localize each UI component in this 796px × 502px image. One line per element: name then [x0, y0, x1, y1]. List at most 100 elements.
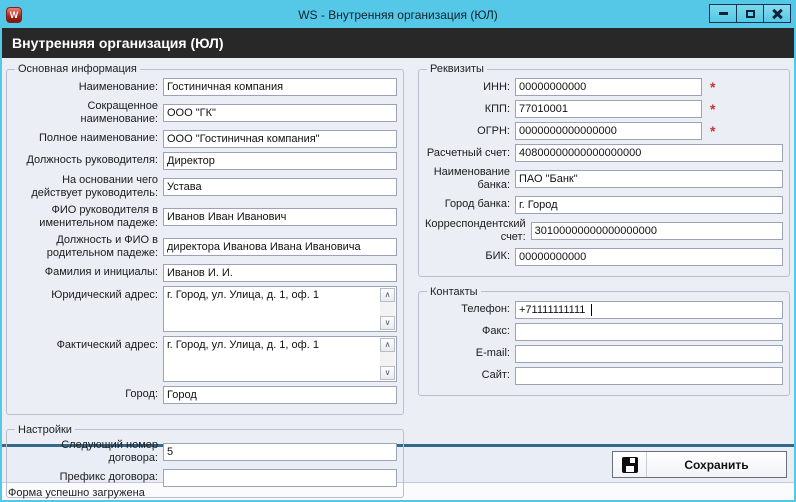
group-settings-legend: Настройки [15, 424, 75, 436]
field-row-fax: Факс: [425, 323, 783, 341]
group-contacts: Контакты Телефон: Факс: E-mail: [418, 286, 790, 396]
acting-basis-input[interactable] [163, 178, 397, 196]
left-column: Основная информация Наименование: Сокращ… [6, 63, 404, 444]
actual-address-textarea[interactable]: г. Город, ул. Улица, д. 1, оф. 1 [164, 337, 396, 381]
head-fio-genitive-label: Должность и ФИО в родительном падеже: [13, 234, 163, 260]
required-marker: * [710, 102, 715, 116]
surname-initials-input[interactable] [163, 264, 397, 282]
head-position-label: Должность руководителя: [13, 154, 163, 167]
head-fio-genitive-input[interactable] [163, 238, 397, 256]
group-requisites: Реквизиты ИНН: * КПП: * ОГРН: * Р [418, 63, 790, 277]
field-row-head-position: Должность руководителя: [13, 152, 397, 170]
ogrn-label: ОГРН: [425, 125, 515, 138]
field-row-correspondent-account: Корреспондентский счет: [425, 218, 783, 244]
group-main-info-legend: Основная информация [15, 63, 140, 75]
close-button[interactable] [763, 4, 791, 23]
field-row-bik: БИК: [425, 248, 783, 266]
field-row-ogrn: ОГРН: * [425, 122, 783, 140]
settlement-account-label: Расчетный счет: [425, 147, 515, 160]
field-row-bank-city: Город банка: [425, 196, 783, 214]
title-bar: W WS - Внутренняя организация (ЮЛ) [2, 2, 794, 28]
surname-initials-label: Фамилия и инициалы: [13, 266, 163, 279]
field-row-contract-prefix: Префикс договора: [13, 469, 397, 487]
legal-address-scrollbar[interactable]: ∧ ∨ [380, 288, 395, 330]
name-input[interactable] [163, 78, 397, 96]
next-contract-number-label: Следующий номер договора: [13, 439, 163, 465]
right-column: Реквизиты ИНН: * КПП: * ОГРН: * Р [418, 63, 790, 444]
legal-address-wrap: г. Город, ул. Улица, д. 1, оф. 1 ∧ ∨ [163, 286, 397, 332]
phone-label: Телефон: [425, 303, 515, 316]
correspondent-account-input[interactable] [531, 222, 783, 240]
contract-prefix-label: Префикс договора: [13, 471, 163, 484]
head-fio-nominative-input[interactable] [163, 208, 397, 226]
email-label: E-mail: [425, 347, 515, 360]
kpp-label: КПП: [425, 103, 515, 116]
field-row-phone: Телефон: [425, 301, 783, 319]
save-button[interactable]: Сохранить [612, 451, 787, 478]
required-marker: * [710, 80, 715, 94]
field-row-inn: ИНН: * [425, 78, 783, 96]
city-input[interactable] [163, 386, 397, 404]
field-row-bank-name: Наименование банка: [425, 166, 783, 192]
scroll-down-icon[interactable]: ∨ [380, 316, 395, 330]
scroll-up-icon[interactable]: ∧ [380, 338, 395, 352]
phone-input[interactable] [515, 301, 783, 319]
settlement-account-input[interactable] [515, 144, 783, 162]
field-row-legal-address: Юридический адрес: г. Город, ул. Улица, … [13, 286, 397, 332]
correspondent-account-label: Корреспондентский счет: [425, 218, 531, 244]
group-requisites-legend: Реквизиты [427, 63, 487, 75]
kpp-input[interactable] [515, 100, 702, 118]
minimize-icon [719, 12, 728, 15]
email-input[interactable] [515, 345, 783, 363]
short-name-label: Сокращенное наименование: [13, 100, 163, 126]
head-position-input[interactable] [163, 152, 397, 170]
name-label: Наименование: [13, 81, 163, 94]
head-fio-nominative-label: ФИО руководителя в именительном падеже: [13, 204, 163, 230]
field-row-city: Город: [13, 386, 397, 404]
actual-address-scrollbar[interactable]: ∧ ∨ [380, 338, 395, 380]
bank-name-label: Наименование банка: [425, 166, 515, 192]
inn-input[interactable] [515, 78, 702, 96]
legal-address-label: Юридический адрес: [13, 286, 163, 302]
bank-name-input[interactable] [515, 170, 783, 188]
scroll-up-icon[interactable]: ∧ [380, 288, 395, 302]
field-row-kpp: КПП: * [425, 100, 783, 118]
full-name-label: Полное наименование: [13, 132, 163, 145]
minimize-button[interactable] [709, 4, 737, 23]
field-row-head-fio-genitive: Должность и ФИО в родительном падеже: [13, 234, 397, 260]
fax-label: Факс: [425, 325, 515, 338]
bank-city-input[interactable] [515, 196, 783, 214]
full-name-input[interactable] [163, 130, 397, 148]
required-marker: * [710, 124, 715, 138]
field-row-settlement-account: Расчетный счет: [425, 144, 783, 162]
field-row-actual-address: Фактический адрес: г. Город, ул. Улица, … [13, 336, 397, 382]
window-title: WS - Внутренняя организация (ЮЛ) [2, 8, 794, 22]
field-row-head-fio-nominative: ФИО руководителя в именительном падеже: [13, 204, 397, 230]
scroll-down-icon[interactable]: ∨ [380, 366, 395, 380]
actual-address-wrap: г. Город, ул. Улица, д. 1, оф. 1 ∧ ∨ [163, 336, 397, 382]
site-input[interactable] [515, 367, 783, 385]
field-row-name: Наименование: [13, 78, 397, 96]
next-contract-number-input[interactable] [163, 443, 397, 461]
legal-address-textarea[interactable]: г. Город, ул. Улица, д. 1, оф. 1 [164, 287, 396, 331]
maximize-button[interactable] [736, 4, 764, 23]
contract-prefix-input[interactable] [163, 469, 397, 487]
site-label: Сайт: [425, 369, 515, 382]
page-title: Внутренняя организация (ЮЛ) [2, 28, 794, 58]
bik-input[interactable] [515, 248, 783, 266]
short-name-input[interactable] [163, 104, 397, 122]
phone-wrap [515, 301, 783, 319]
acting-basis-label: На основании чего действует руководитель… [13, 174, 163, 200]
save-icon [613, 452, 647, 477]
city-label: Город: [13, 388, 163, 401]
window-controls [710, 4, 791, 23]
ogrn-input[interactable] [515, 122, 702, 140]
app-window: W WS - Внутренняя организация (ЮЛ) Внутр… [0, 0, 796, 502]
save-button-label: Сохранить [647, 458, 786, 472]
field-row-short-name: Сокращенное наименование: [13, 100, 397, 126]
field-row-site: Сайт: [425, 367, 783, 385]
group-contacts-legend: Контакты [427, 286, 481, 298]
field-row-surname-initials: Фамилия и инициалы: [13, 264, 397, 282]
actual-address-label: Фактический адрес: [13, 336, 163, 352]
fax-input[interactable] [515, 323, 783, 341]
